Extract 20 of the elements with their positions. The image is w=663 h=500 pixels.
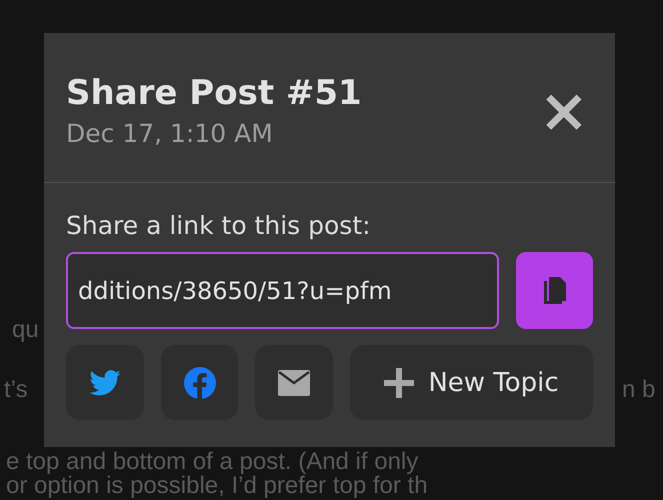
copy-icon: [542, 274, 568, 306]
twitter-share-button[interactable]: [66, 345, 144, 420]
background-text: qu: [12, 318, 39, 342]
facebook-share-button[interactable]: [160, 345, 238, 420]
dialog-title: Share Post #51: [66, 73, 362, 113]
link-field[interactable]: dditions/38650/51?u=pfm: [66, 252, 499, 329]
plus-icon: [384, 368, 414, 398]
bird-icon: [88, 370, 121, 396]
background-text: or option is possible, I’d prefer top for th: [6, 474, 428, 498]
background-text: n b: [622, 378, 656, 402]
copy-button[interactable]: [516, 252, 593, 329]
new-topic-button[interactable]: New Topic: [350, 345, 593, 420]
facebook-icon: [184, 366, 216, 398]
post-date: Dec 17, 1:10 AM: [66, 119, 274, 148]
share-label: Share a link to this post:: [66, 211, 372, 240]
background-text: e top and bottom of a post. (And if only: [6, 450, 418, 474]
email-share-button[interactable]: [255, 345, 334, 420]
background-text: t’s: [4, 378, 28, 402]
close-button[interactable]: ×: [534, 80, 593, 140]
envelope-icon: [278, 370, 310, 396]
